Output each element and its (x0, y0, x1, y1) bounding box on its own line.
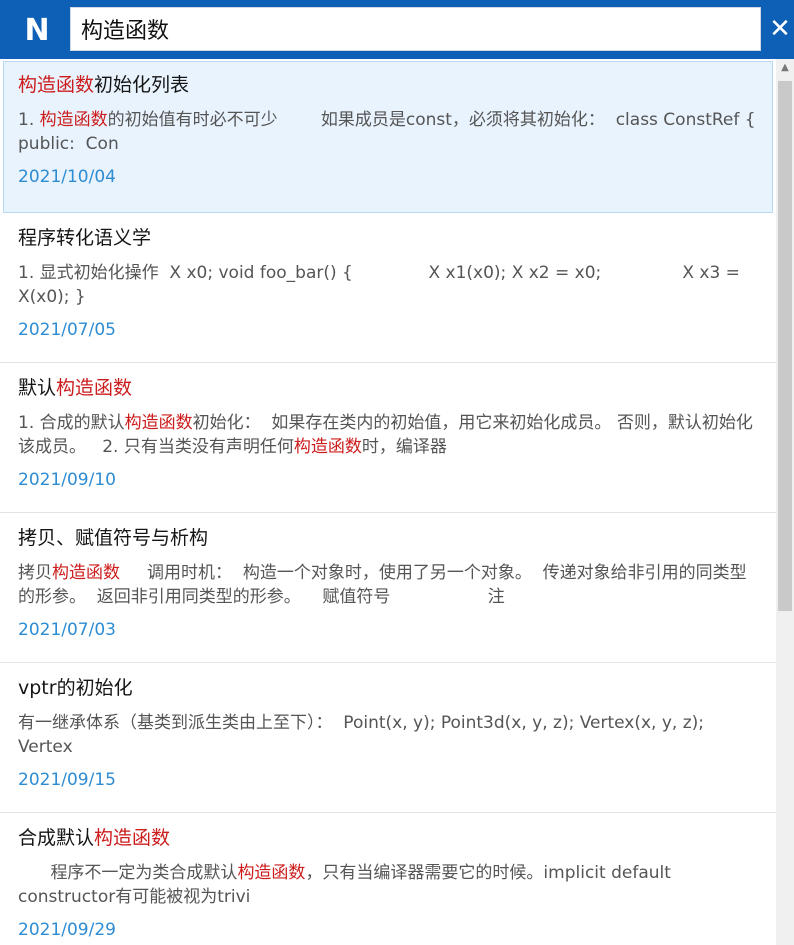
result-item[interactable]: 默认构造函数 1. 合成的默认构造函数初始化： 如果存在类内的初始值，用它来初始化… (0, 363, 776, 513)
search-input[interactable] (71, 8, 760, 50)
result-item[interactable]: 拷贝、赋值符号与析构 拷贝构造函数 调用时机： 构造一个对象时，使用了另一个对象。… (0, 513, 776, 663)
search-header: N ✕ (0, 0, 794, 59)
result-title: 构造函数初始化列表 (18, 72, 758, 98)
snippet-text: 有一继承体系（基类到派生类由上至下）： Point(x, y); Point3d… (18, 713, 710, 757)
result-date: 2021/10/04 (18, 167, 116, 187)
results-list: 构造函数初始化列表 1. 构造函数的初始值有时必不可少 如果成员是const，必须… (0, 59, 776, 945)
highlight-text: 构造函数 (56, 377, 133, 399)
result-item[interactable]: 程序转化语义学 1. 显式初始化操作 X x0; void foo_bar() {… (0, 213, 776, 363)
result-item[interactable]: vptr的初始化有一继承体系（基类到派生类由上至下）： Point(x, y);… (0, 663, 776, 813)
highlight-text: 构造函数 (94, 827, 171, 849)
app-logo: N (24, 12, 50, 48)
scroll-thumb[interactable] (778, 81, 792, 611)
result-date: 2021/07/03 (18, 620, 116, 640)
scroll-up-arrow-icon[interactable]: ▲ (776, 59, 794, 77)
scrollbar[interactable]: ▲ (776, 59, 794, 945)
result-snippet: 1. 合成的默认构造函数初始化： 如果存在类内的初始值，用它来初始化成员。 否则… (18, 411, 758, 459)
snippet-text: 调用时机： 构造一个对象时，使用了另一个对象。 传递对象给非引用的同类型的形参。… (18, 563, 747, 607)
snippet-text: 程序不一定为类合成默认 (18, 863, 238, 883)
result-snippet: 有一继承体系（基类到派生类由上至下）： Point(x, y); Point3d… (18, 711, 758, 759)
result-snippet: 程序不一定为类合成默认构造函数，只有当编译器需要它的时候。implicit de… (18, 861, 758, 909)
snippet-text: 拷贝 (18, 563, 52, 583)
snippet-text: 时，编译器 (361, 437, 447, 457)
title-text: 默认 (18, 377, 57, 399)
title-text: 程序转化语义学 (18, 227, 152, 249)
snippet-text: 的初始值有时必不可少 如果成员是const，必须将其初始化： class Con… (18, 110, 756, 154)
result-title: vptr的初始化 (18, 675, 758, 701)
result-item[interactable]: 构造函数初始化列表 1. 构造函数的初始值有时必不可少 如果成员是const，必须… (3, 61, 773, 213)
highlight-text: 构造函数 (18, 74, 95, 96)
result-title: 合成默认构造函数 (18, 825, 758, 851)
snippet-text: 1. 显式初始化操作 X x0; void foo_bar() { X x1(x… (18, 263, 746, 307)
result-date: 2021/07/05 (18, 320, 116, 340)
result-snippet: 拷贝构造函数 调用时机： 构造一个对象时，使用了另一个对象。 传递对象给非引用的… (18, 561, 758, 609)
highlight-text: 构造函数 (293, 437, 362, 457)
close-icon[interactable]: ✕ (766, 13, 794, 45)
result-snippet: 1. 显式初始化操作 X x0; void foo_bar() { X x1(x… (18, 261, 758, 309)
result-date: 2021/09/15 (18, 770, 116, 790)
result-title: 默认构造函数 (18, 375, 758, 401)
result-date: 2021/09/10 (18, 470, 116, 490)
highlight-text: 构造函数 (237, 863, 306, 883)
highlight-text: 构造函数 (124, 413, 193, 433)
title-text: 拷贝、赋值符号与析构 (18, 527, 209, 549)
title-text: vptr的初始化 (18, 677, 133, 699)
result-date: 2021/09/29 (18, 920, 116, 940)
search-box[interactable] (70, 7, 761, 51)
title-text: 初始化列表 (94, 74, 190, 96)
result-title: 拷贝、赋值符号与析构 (18, 525, 758, 551)
result-item[interactable]: 合成默认构造函数 程序不一定为类合成默认构造函数，只有当编译器需要它的时候。im… (0, 813, 776, 945)
highlight-text: 构造函数 (39, 110, 108, 130)
result-snippet: 1. 构造函数的初始值有时必不可少 如果成员是const，必须将其初始化： cl… (18, 108, 758, 156)
highlight-text: 构造函数 (52, 563, 120, 583)
result-title: 程序转化语义学 (18, 225, 758, 251)
title-text: 合成默认 (18, 827, 95, 849)
snippet-text: 1. 合成的默认 (18, 413, 125, 433)
snippet-text: 1. (18, 110, 40, 130)
